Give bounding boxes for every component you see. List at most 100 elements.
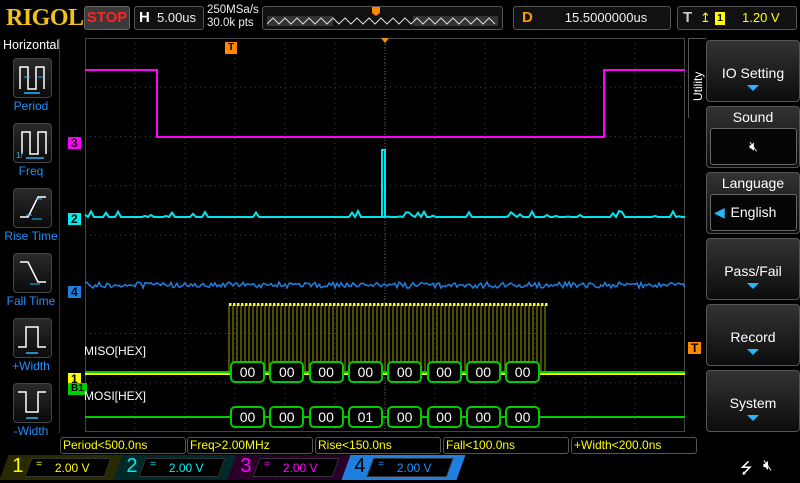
channel-1-clock-top [405, 303, 408, 306]
mosi-label: MOSI[HEX] [84, 389, 146, 403]
usb-icon: ⭍ [740, 458, 753, 483]
channel-1-clock-top [441, 303, 444, 306]
sound-button[interactable]: Sound 🔇︎ [706, 106, 800, 168]
channel-1-clock-top [469, 303, 472, 306]
channel-1-clock-top [517, 303, 520, 306]
channel-4-marker[interactable]: 4 [68, 286, 81, 298]
measurement-fall[interactable]: Fall<100.0ns [443, 437, 569, 454]
pass-fail-button[interactable]: Pass/Fail [706, 238, 800, 300]
miso-packet: 00 [466, 361, 501, 383]
trigger-time-marker[interactable]: T [225, 42, 237, 54]
channel-1-clock-top [273, 303, 276, 306]
channel-1-clock-top [341, 303, 344, 306]
submenu-arrow-icon [747, 349, 759, 355]
channel-1-clock-top [297, 303, 300, 306]
channel-1-clock-top [229, 303, 232, 306]
channel-1-clock-top [249, 303, 252, 306]
channel-2-number: 2 [126, 455, 137, 478]
channel-1-clock-top [393, 303, 396, 306]
io-setting-label: IO Setting [707, 65, 799, 81]
channel-3-status[interactable]: 3 = 2.00 V [227, 455, 351, 480]
channel-1-clock-top [425, 303, 428, 306]
channel-1-clock-top [321, 303, 324, 306]
mosi-packet: 00 [387, 406, 422, 428]
mosi-packet: 00 [309, 406, 344, 428]
channel-1-clock-top [281, 303, 284, 306]
submenu-arrow-icon [747, 415, 759, 421]
dc-coupling-icon: = [150, 459, 156, 470]
channel-1-clock-top [473, 303, 476, 306]
miso-packet: 00 [348, 361, 383, 383]
channel-1-clock-top [493, 303, 496, 306]
language-button[interactable]: Language ◀ English [706, 172, 800, 234]
channel-1-clock-top [489, 303, 492, 306]
channel-1-clock-top [353, 303, 356, 306]
channel-1-clock-top [377, 303, 380, 306]
pass-fail-label: Pass/Fail [707, 263, 799, 279]
channel-1-clock-top [349, 303, 352, 306]
channel-1-clock-top [461, 303, 464, 306]
measurement-period[interactable]: Period<500.0ns [60, 437, 186, 454]
dc-coupling-icon: = [36, 459, 42, 470]
utility-menu: Utility IO Setting Sound 🔇︎ Language ◀ Engl… [688, 38, 800, 433]
channel-1-clock-top [237, 303, 240, 306]
channel-2-scale: 2.00 V [169, 461, 204, 475]
channel-1-clock-top [529, 303, 532, 306]
channel-3-marker[interactable]: 3 [68, 137, 81, 149]
channel-2-marker[interactable]: 2 [68, 213, 81, 225]
channel-1-clock-top [533, 303, 536, 306]
speaker-muted-icon: 🔇︎ [710, 128, 797, 165]
channel-1-clock-top [241, 303, 244, 306]
channel-4-status[interactable]: 4 = 2.00 V [341, 455, 465, 480]
left-arrow-icon: ◀ [714, 195, 725, 230]
miso-packet: 00 [387, 361, 422, 383]
channel-1-clock-top [309, 303, 312, 306]
system-button[interactable]: System [706, 370, 800, 432]
channel-1-clock-top [289, 303, 292, 306]
channel-1-clock-top [381, 303, 384, 306]
mosi-packet: 00 [269, 406, 304, 428]
channel-1-clock-top [421, 303, 424, 306]
miso-packet: 00 [505, 361, 540, 383]
channel-1-clock-top [525, 303, 528, 306]
language-label: Language [707, 175, 799, 191]
channel-1-clock-top [481, 303, 484, 306]
channel-1-clock-top [409, 303, 412, 306]
channel-1-clock-top [369, 303, 372, 306]
channel-1-clock-top [429, 303, 432, 306]
channel-1-clock-top [465, 303, 468, 306]
channel-1-clock-top [325, 303, 328, 306]
channel-1-clock-top [305, 303, 308, 306]
channel-1-clock-top [301, 303, 304, 306]
channel-1-clock-top [477, 303, 480, 306]
channel-2-status[interactable]: 2 = 2.00 V [113, 455, 237, 480]
record-label: Record [707, 329, 799, 345]
measurement-rise[interactable]: Rise<150.0ns [315, 437, 441, 454]
channel-1-clock-top [261, 303, 264, 306]
miso-packet: 00 [309, 361, 344, 383]
io-setting-button[interactable]: IO Setting [706, 40, 800, 102]
channel-1-clock-top [233, 303, 236, 306]
measurement-freq[interactable]: Freq>2.00MHz [187, 437, 313, 454]
channel-1-clock-top [509, 303, 512, 306]
miso-packet: 00 [269, 361, 304, 383]
channel-1-clock-top [505, 303, 508, 306]
channel-1-clock-top [537, 303, 540, 306]
channel-1-clock-top [313, 303, 316, 306]
channel-1-clock-top [361, 303, 364, 306]
mosi-packet: 00 [505, 406, 540, 428]
mosi-packet: 00 [230, 406, 265, 428]
trigger-center-icon [381, 38, 389, 43]
measurement-bar: Period<500.0ns Freq>2.00MHz Rise<150.0ns… [60, 437, 686, 454]
record-button[interactable]: Record [706, 304, 800, 366]
channel-1-clock-top [497, 303, 500, 306]
channel-1-clock-top [485, 303, 488, 306]
measurement-positive-width[interactable]: +Width<200.0ns [571, 437, 697, 454]
channel-3-scale: 2.00 V [283, 461, 318, 475]
channel-1-clock-top [385, 303, 388, 306]
channel-1-clock-top [245, 303, 248, 306]
channel-1-status[interactable]: 1 = 2.00 V [0, 455, 124, 480]
channel-1-clock-top [513, 303, 516, 306]
channel-1-clock-top [541, 303, 544, 306]
submenu-arrow-icon [747, 283, 759, 289]
